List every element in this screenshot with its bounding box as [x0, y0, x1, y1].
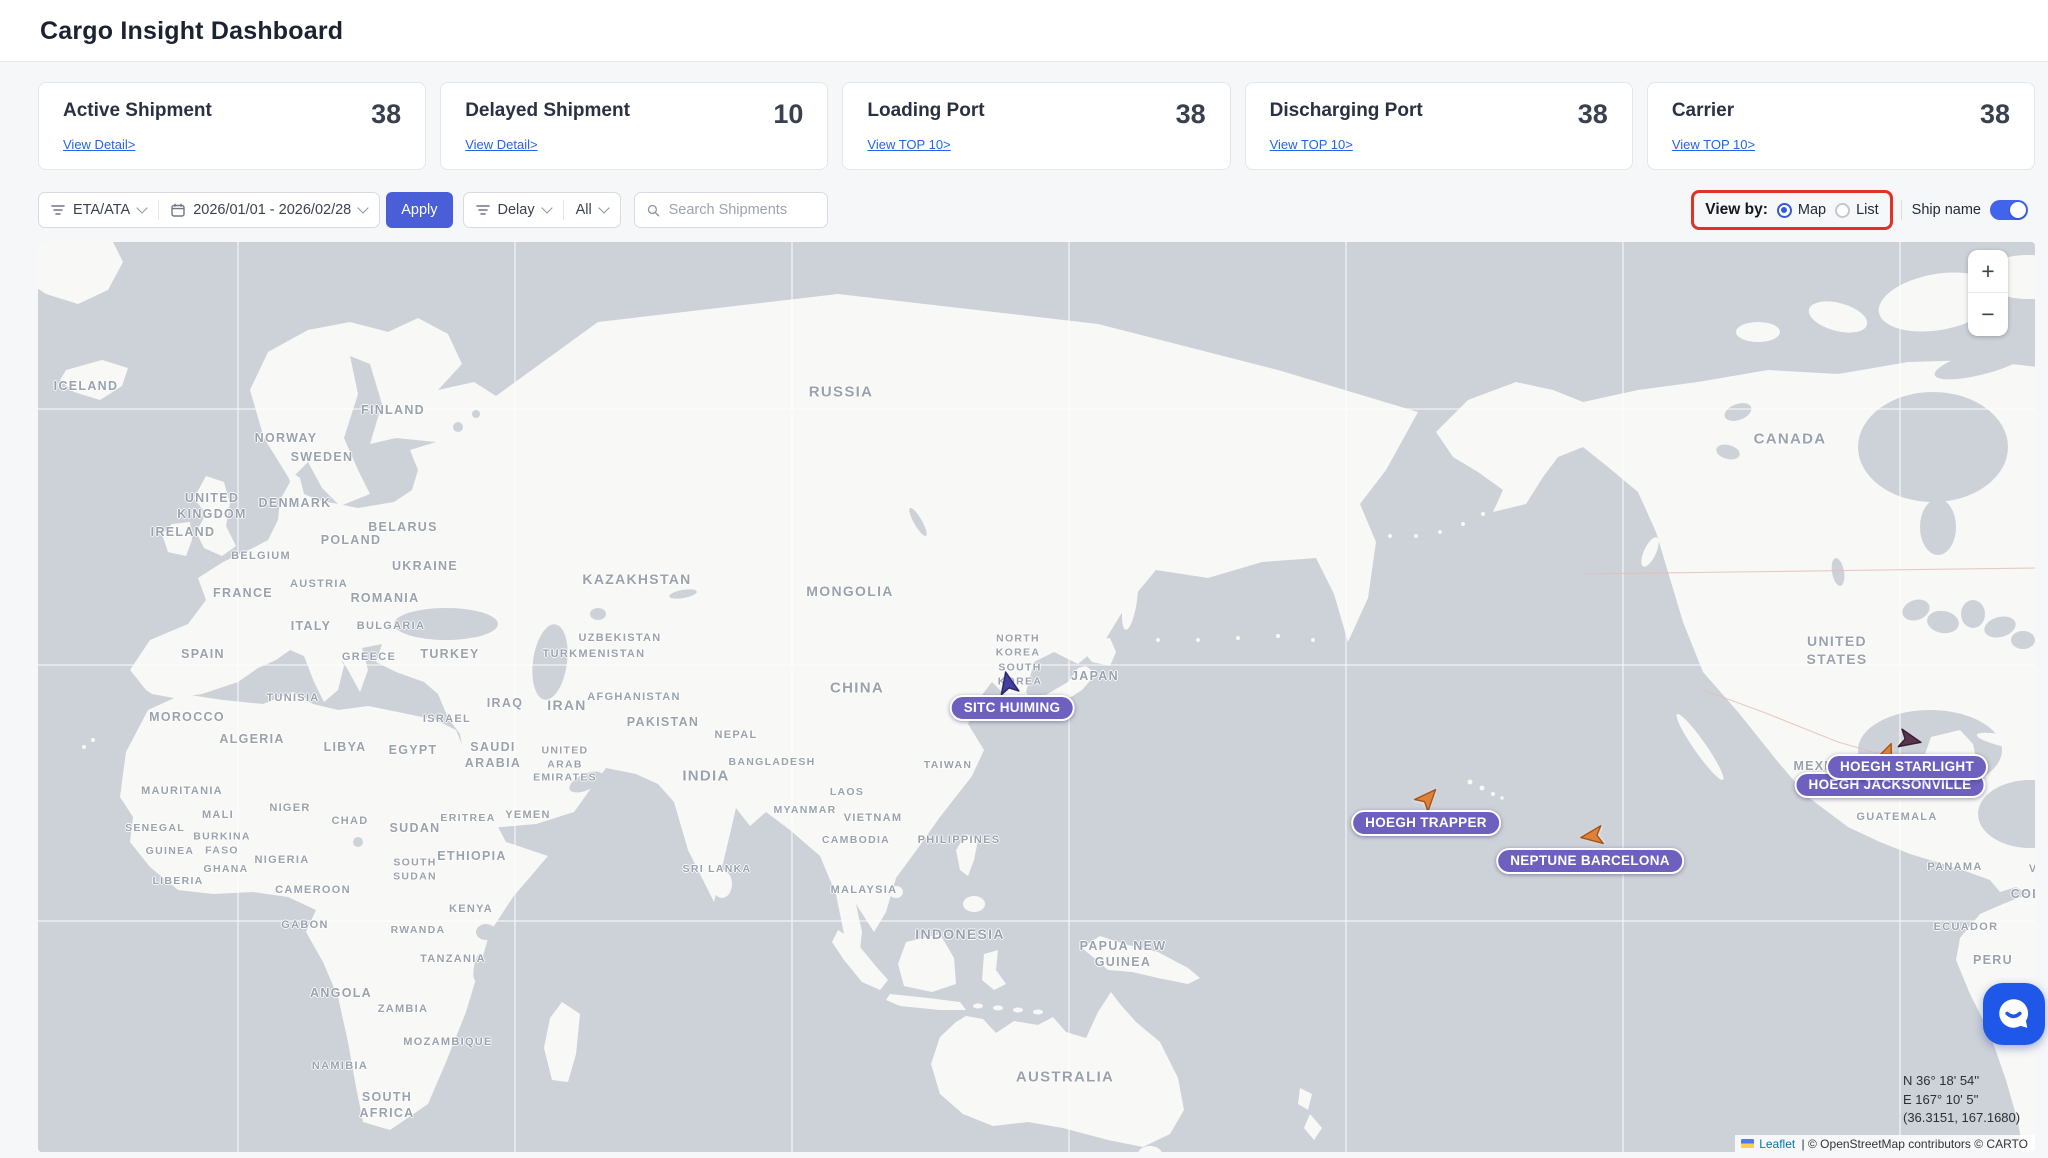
- card-title: Discharging Port: [1269, 100, 1423, 121]
- card-value: 10: [773, 99, 804, 129]
- card-title: Loading Port: [867, 100, 985, 121]
- card-link[interactable]: View TOP 10>: [1270, 137, 1353, 152]
- ship-name-pill[interactable]: NEPTUNE BARCELONA: [1496, 848, 1684, 874]
- cargo-insight-dashboard: Cargo Insight Dashboard Active Shipment …: [0, 0, 2048, 1158]
- ship-name-toggle[interactable]: [1990, 200, 2028, 220]
- ukraine-flag-icon: [1741, 1139, 1755, 1148]
- delay-filter-label[interactable]: Delay: [498, 202, 535, 218]
- ship-name-pill[interactable]: SITC HUIMING: [949, 695, 1075, 721]
- coordinate-line: (36.3151, 167.1680): [1903, 1110, 2021, 1125]
- view-by-highlight-box: View by: Map List: [1691, 190, 1893, 230]
- ship-heading-arrow-icon[interactable]: [1894, 724, 1926, 756]
- card-link[interactable]: View Detail>: [63, 137, 135, 152]
- date-range-value[interactable]: 2026/01/01 - 2026/02/28: [193, 202, 351, 218]
- card-link[interactable]: View TOP 10>: [1672, 137, 1755, 152]
- leaflet-link[interactable]: Leaflet: [1759, 1137, 1795, 1151]
- view-by-option[interactable]: List: [1835, 202, 1879, 218]
- chevron-down-icon: [136, 202, 148, 214]
- page-title: Cargo Insight Dashboard: [40, 17, 344, 45]
- stat-card: Active Shipment 38 View Detail>: [38, 82, 427, 170]
- card-title: Active Shipment: [63, 100, 212, 121]
- ship-name-label: Ship name: [1911, 202, 1981, 218]
- map-zoom-control: + −: [1968, 250, 2008, 336]
- divider: [158, 200, 160, 220]
- search-container: [633, 192, 828, 228]
- date-filter-group[interactable]: ETA/ATA 2026/01/01 - 2026/02/28: [38, 192, 381, 228]
- stat-card: Carrier 38 View TOP 10>: [1646, 82, 2036, 170]
- sort-mode-label[interactable]: ETA/ATA: [73, 202, 130, 218]
- mouse-coordinates: N 36° 18' 54'' E 167° 10' 5'' (36.3151, …: [1903, 1072, 2020, 1128]
- card-value: 38: [1577, 99, 1608, 129]
- search-icon: [647, 204, 660, 216]
- card-link[interactable]: View TOP 10>: [867, 137, 950, 152]
- filter-lines-icon: [51, 205, 65, 215]
- card-title: Delayed Shipment: [465, 100, 630, 121]
- ship-name-pill[interactable]: HOEGH TRAPPER: [1351, 810, 1501, 836]
- stat-card: Discharging Port 38 View TOP 10>: [1244, 82, 1633, 170]
- filter-toolbar: ETA/ATA 2026/01/01 - 2026/02/28 Apply De…: [38, 190, 2035, 230]
- world-map[interactable]: ICELAND RUSSIA NORWAY FINLAND SWEDEN DENMARK U…: [38, 242, 2035, 1152]
- card-title: Carrier: [1671, 100, 1735, 121]
- coordinate-line: N 36° 18' 54'': [1903, 1073, 1980, 1088]
- status-filter-group[interactable]: Delay All: [462, 192, 621, 228]
- chat-launcher-button[interactable]: [1983, 983, 2045, 1045]
- card-value: 38: [1979, 99, 2011, 129]
- app-header: Cargo Insight Dashboard: [0, 0, 2048, 62]
- scope-filter-label[interactable]: All: [576, 202, 592, 218]
- map-attribution: Leaflet | © OpenStreetMap contributors ©…: [1735, 1135, 2035, 1152]
- chevron-down-icon: [540, 202, 553, 214]
- view-by-label: View by:: [1705, 201, 1768, 218]
- card-value: 38: [371, 99, 402, 129]
- ship-name-pill[interactable]: HOEGH STARLIGHT: [1826, 754, 1988, 780]
- ship-heading-arrow-icon[interactable]: [1577, 821, 1607, 851]
- card-value: 38: [1175, 99, 1206, 129]
- attribution-text: | © OpenStreetMap contributors © CARTO: [1798, 1136, 2028, 1151]
- chat-bubble-icon: [1999, 999, 2029, 1028]
- search-input[interactable]: [666, 201, 815, 219]
- chevron-down-icon: [598, 202, 610, 214]
- zoom-out-button[interactable]: −: [1968, 293, 2008, 336]
- radio-icon[interactable]: [1835, 202, 1851, 218]
- stat-card: Delayed Shipment 10 View Detail>: [440, 82, 829, 170]
- divider: [1900, 200, 1902, 220]
- filter-lines-icon: [475, 205, 490, 215]
- apply-button[interactable]: Apply: [386, 192, 453, 228]
- divider: [562, 200, 564, 220]
- card-link[interactable]: View Detail>: [465, 137, 537, 152]
- calendar-icon: [171, 203, 185, 217]
- zoom-in-button[interactable]: +: [1968, 250, 2008, 293]
- radio-icon[interactable]: [1776, 202, 1792, 218]
- stat-card: Loading Port 38 View TOP 10>: [842, 82, 1231, 170]
- stat-cards-row: Active Shipment 38 View Detail> Delayed …: [38, 82, 2036, 170]
- coordinate-line: E 167° 10' 5'': [1903, 1091, 1979, 1107]
- chevron-down-icon: [357, 202, 369, 214]
- view-by-option[interactable]: Map: [1776, 202, 1826, 218]
